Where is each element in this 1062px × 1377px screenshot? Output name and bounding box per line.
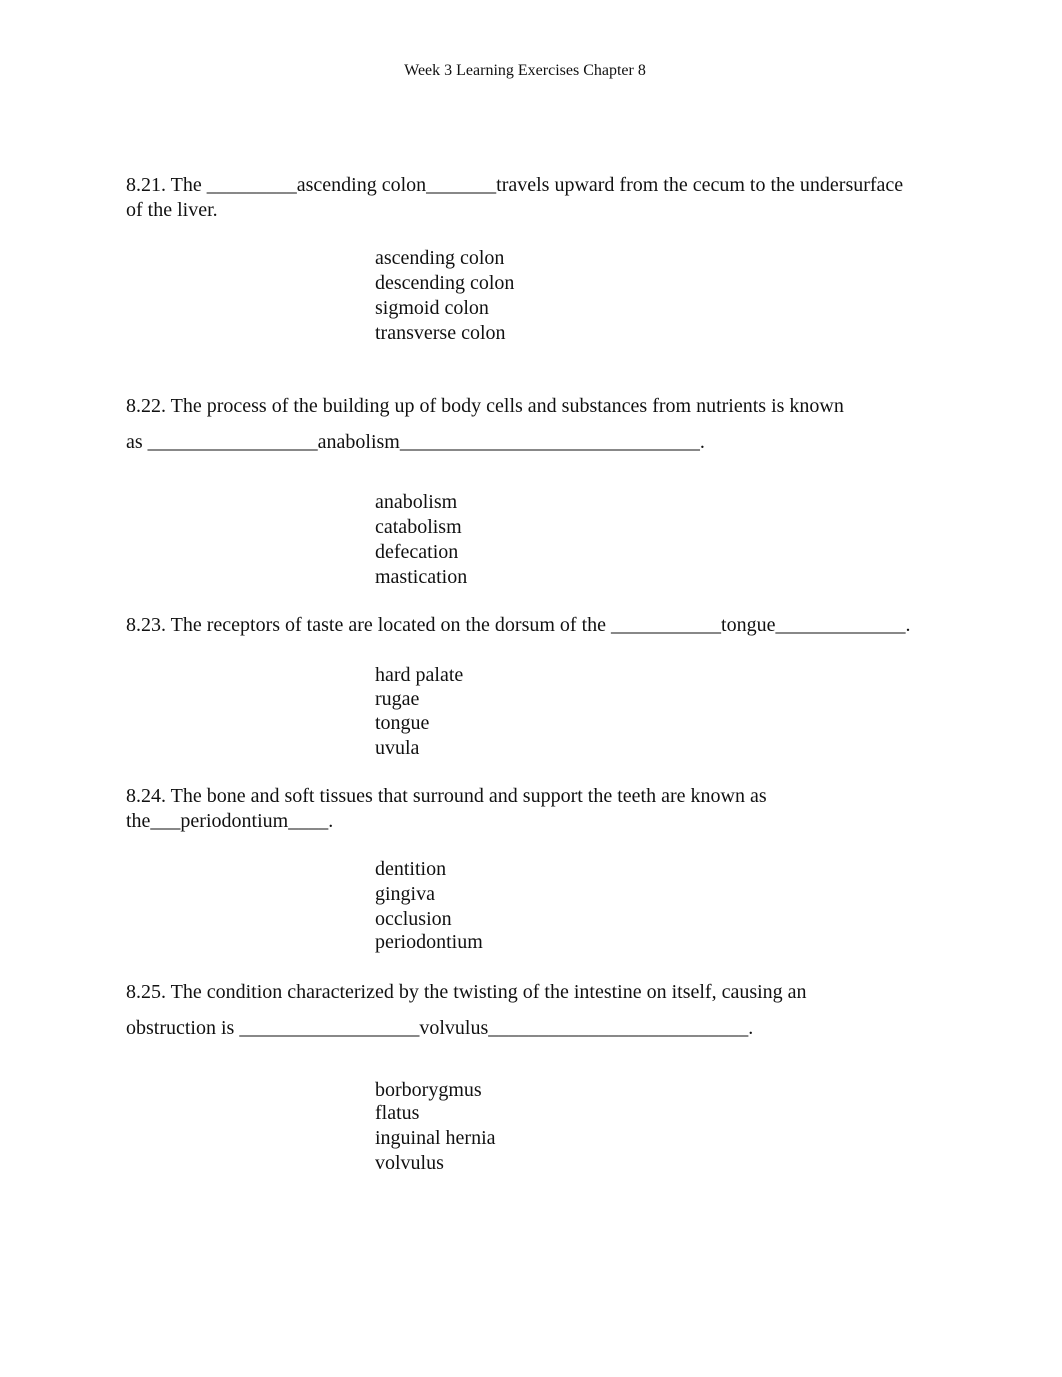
answer-option: anabolism [375,491,458,513]
answer-option: periodontium [375,931,483,953]
answer-option: tongue [375,712,430,734]
answer-option: sigmoid colon [375,297,489,319]
answer-option: occlusion [375,908,452,930]
answer-option: inguinal hernia [375,1127,496,1149]
question-text: the___periodontium____. [126,810,334,832]
question-text: as _________________anabolism___________… [126,431,705,453]
answer-option: transverse colon [375,322,506,344]
answer-option: volvulus [375,1152,444,1174]
page-header: Week 3 Learning Exercises Chapter 8 [404,62,646,79]
answer-option: dentition [375,858,447,880]
answer-option: defecation [375,541,459,563]
answer-option: hard palate [375,664,464,686]
question-text: 8.22. The process of the building up of … [126,395,844,417]
question-text: of the liver. [126,199,218,221]
answer-option: catabolism [375,516,462,538]
question-text: 8.23. The receptors of taste are located… [126,614,911,636]
answer-option: rugae [375,688,420,710]
question-text: 8.21. The _________ascending colon______… [126,174,904,196]
answer-option: ascending colon [375,247,505,269]
question-text: obstruction is __________________volvulu… [126,1017,754,1039]
answer-option: descending colon [375,272,515,294]
answer-option: uvula [375,737,420,759]
answer-option: gingiva [375,883,435,905]
answer-option: borborygmus [375,1079,482,1101]
answer-option: mastication [375,566,468,588]
question-text: 8.24. The bone and soft tissues that sur… [126,785,767,807]
question-text: 8.25. The condition characterized by the… [126,981,807,1003]
answer-option: flatus [375,1102,420,1124]
